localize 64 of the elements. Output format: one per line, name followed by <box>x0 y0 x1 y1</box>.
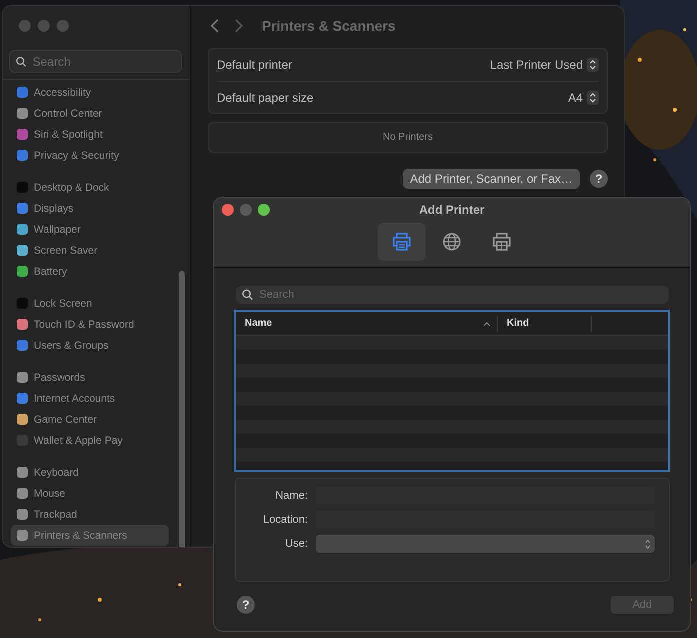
zoom-icon[interactable] <box>258 204 270 216</box>
sidebar-item[interactable]: Mouse <box>11 483 169 504</box>
table-row[interactable] <box>236 448 668 462</box>
search-field[interactable]: Search <box>9 50 182 73</box>
sidebar-item[interactable]: Users & Groups <box>11 335 169 356</box>
sidebar-item[interactable]: Lock Screen <box>11 293 169 314</box>
field-label: Name: <box>274 490 308 502</box>
sidebar-item[interactable]: Passwords <box>11 367 169 388</box>
table-row[interactable] <box>236 336 668 350</box>
stepper-icon[interactable] <box>587 58 599 72</box>
sidebar-item[interactable]: Trackpad <box>11 504 169 525</box>
scrollbar[interactable] <box>179 271 185 547</box>
close-icon[interactable] <box>222 204 234 216</box>
setting-label: Default printer <box>217 58 292 72</box>
back-icon[interactable] <box>210 19 220 33</box>
column-header[interactable]: Kind <box>498 316 592 332</box>
sidebar-item[interactable]: Privacy & Security <box>11 145 169 166</box>
window-control-icon[interactable] <box>19 20 31 32</box>
use-dropdown[interactable] <box>316 535 655 553</box>
toolbar-tab[interactable] <box>378 223 426 261</box>
forward-icon[interactable] <box>234 19 244 33</box>
sidebar-item[interactable]: Screen Saver <box>11 240 169 261</box>
empty-message: No Printers <box>382 132 433 143</box>
printer-icon <box>492 233 512 251</box>
sidebar-item[interactable]: Internet Accounts <box>11 388 169 409</box>
search-field[interactable]: Search <box>236 286 669 304</box>
printer-icon <box>392 233 412 251</box>
sidebar-item[interactable]: Control Center <box>11 103 169 124</box>
help-button[interactable]: ? <box>590 170 608 188</box>
search-input[interactable]: Search <box>32 54 175 68</box>
stepper-icon[interactable] <box>587 90 599 104</box>
sidebar-item[interactable]: Touch ID & Password <box>11 314 169 335</box>
sort-icon <box>483 320 491 326</box>
table-row[interactable] <box>236 420 668 434</box>
table-row[interactable] <box>236 392 668 406</box>
table-row[interactable] <box>236 364 668 378</box>
globe-icon <box>442 232 462 252</box>
sidebar-item[interactable]: Game Center <box>11 409 169 430</box>
minimize-icon[interactable] <box>240 204 252 216</box>
sidebar-item[interactable]: Wallet & Apple Pay <box>11 430 169 451</box>
search-icon <box>242 289 254 301</box>
search-icon <box>16 56 27 68</box>
sidebar-item[interactable]: Accessibility <box>11 82 169 103</box>
popup-value[interactable]: Last Printer Used <box>490 58 583 72</box>
column-header[interactable]: Name <box>236 316 498 332</box>
window-control-icon[interactable] <box>57 20 69 32</box>
field-label: Use: <box>284 538 308 550</box>
sidebar-item[interactable]: Printers & Scanners <box>11 525 169 546</box>
sidebar-item[interactable]: Wallpaper <box>11 219 169 240</box>
sidebar-item[interactable]: Keyboard <box>11 462 169 483</box>
add-printer-button[interactable]: Add Printer, Scanner, or Fax… <box>403 169 580 189</box>
help-button[interactable]: ? <box>237 596 255 614</box>
search-input[interactable]: Search <box>260 289 663 301</box>
stepper-icon <box>645 538 651 550</box>
field-label: Location: <box>262 514 308 526</box>
setting-label: Default paper size <box>217 90 314 104</box>
sidebar-item[interactable]: Battery <box>11 261 169 282</box>
page-title: Printers & Scanners <box>262 18 396 34</box>
sidebar-item[interactable]: Displays <box>11 198 169 219</box>
popup-value[interactable]: A4 <box>568 90 583 104</box>
sidebar-item[interactable]: Desktop & Dock <box>11 177 169 198</box>
window-control-icon[interactable] <box>38 20 50 32</box>
sidebar-item[interactable]: Siri & Spotlight <box>11 124 169 145</box>
dialog-title: Add Printer <box>418 203 486 217</box>
